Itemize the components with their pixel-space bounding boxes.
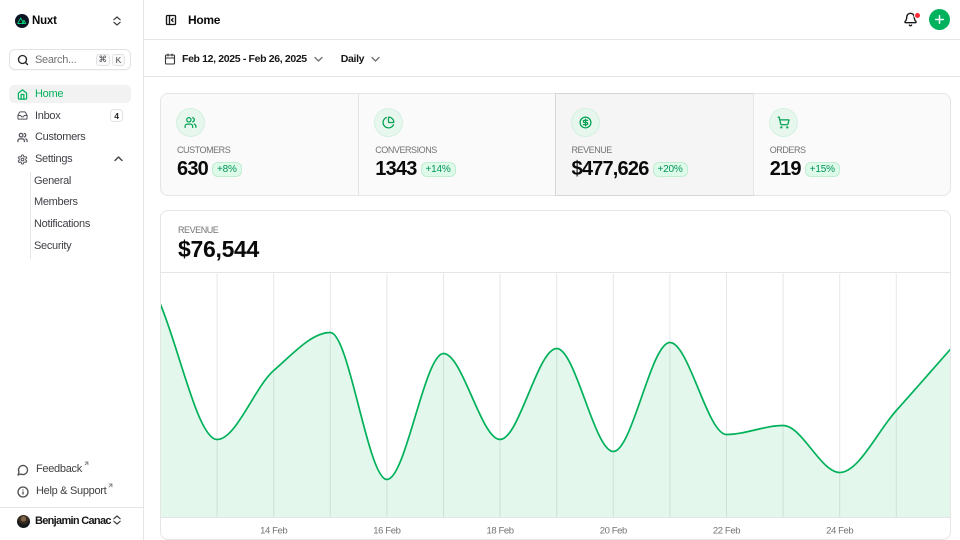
svg-text:20 Feb: 20 Feb: [600, 526, 627, 537]
svg-text:16 Feb: 16 Feb: [373, 526, 400, 537]
svg-text:14 Feb: 14 Feb: [260, 526, 287, 537]
svg-text:22 Feb: 22 Feb: [713, 526, 740, 537]
svg-text:24 Feb: 24 Feb: [826, 526, 853, 537]
svg-text:18 Feb: 18 Feb: [487, 526, 514, 537]
